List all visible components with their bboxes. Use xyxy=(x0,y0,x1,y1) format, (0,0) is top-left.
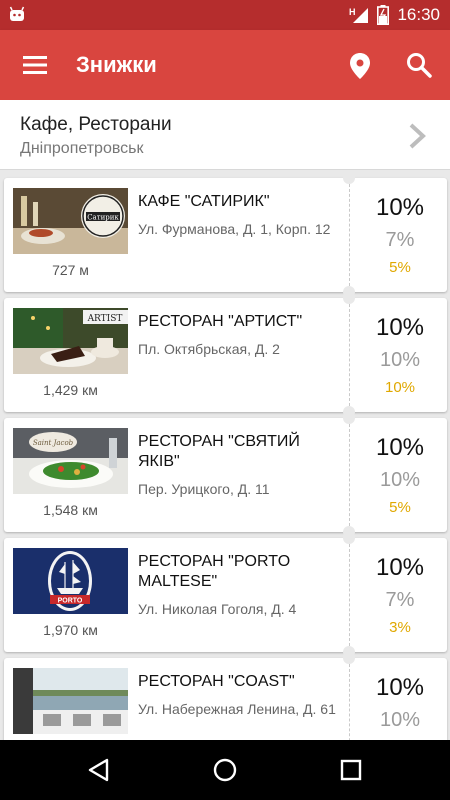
home-icon[interactable] xyxy=(212,757,238,783)
discount-secondary: 10% xyxy=(379,709,421,731)
place-name: РЕСТОРАН "PORTO MALTESE" xyxy=(138,553,291,590)
page-title: Знижки xyxy=(76,52,157,77)
discount-primary: 10% xyxy=(375,434,425,461)
ticket-divider xyxy=(349,424,350,526)
app-bar: Знижки xyxy=(0,30,450,100)
ticket-notch xyxy=(343,652,355,664)
ticket-divider xyxy=(349,304,350,406)
ticket-notch xyxy=(343,292,355,304)
recent-apps-icon[interactable] xyxy=(338,757,364,783)
place-card-porto-maltese[interactable]: PORTO 1,970 км РЕСТОРАН "PORTO MALTESE" … xyxy=(4,532,447,658)
svg-text:Saint Jacob: Saint Jacob xyxy=(33,439,74,447)
place-photo: Saint Jacob xyxy=(13,428,128,494)
discount-secondary: 10% xyxy=(379,349,421,371)
category-selector[interactable]: Кафе, Ресторани Дніпропетровськ xyxy=(0,100,450,170)
discount-secondary: 7% xyxy=(385,589,415,611)
ticket-divider xyxy=(349,664,350,740)
svg-text:PORTO: PORTO xyxy=(58,598,83,605)
discount-primary: 10% xyxy=(375,554,425,581)
place-name: РЕСТОРАН "СВЯТИЙ ЯКІВ" xyxy=(138,433,300,470)
place-card-satyrik[interactable]: Сатирик 727 м КАФЕ "САТИРИК" Ул. Фурмано… xyxy=(4,172,447,298)
place-card-artist[interactable]: ARTIST 1,429 км РЕСТОРАН "АРТИСТ" Пл. Ок… xyxy=(4,292,447,418)
clock: 16:30 xyxy=(397,5,440,24)
place-card-coast[interactable]: РЕСТОРАН "COAST" Ул. Набережная Ленина, … xyxy=(4,652,447,740)
discount-primary: 10% xyxy=(375,674,425,701)
back-icon[interactable] xyxy=(86,757,112,783)
distance-label: 1,548 км xyxy=(43,502,98,518)
city-label: Дніпропетровськ xyxy=(20,140,144,157)
place-name: РЕСТОРАН "COAST" xyxy=(138,673,295,690)
ticket-notch xyxy=(343,532,355,544)
distance-label: 1,429 км xyxy=(43,382,98,398)
discount-tertiary: 5% xyxy=(389,499,411,516)
category-title: Кафе, Ресторани xyxy=(20,114,172,135)
search-icon[interactable] xyxy=(406,52,432,78)
place-address: Ул. Николая Гоголя, Д. 4 xyxy=(138,601,297,617)
place-address: Ул. Фурманова, Д. 1, Корп. 12 xyxy=(138,221,331,237)
status-bar: H 16:30 xyxy=(0,0,450,30)
place-name: РЕСТОРАН "АРТИСТ" xyxy=(138,313,303,330)
discount-primary: 10% xyxy=(375,314,425,341)
place-address: Пл. Октябрьская, Д. 2 xyxy=(138,341,280,357)
place-card-saint-jacob[interactable]: Saint Jacob 1,548 км РЕСТОРАН "СВЯТИЙ ЯК… xyxy=(4,412,447,538)
svg-text:H: H xyxy=(349,7,356,17)
svg-text:ARTIST: ARTIST xyxy=(87,314,123,324)
hamburger-icon[interactable] xyxy=(22,54,48,76)
discount-tertiary: 10% xyxy=(384,379,416,396)
ticket-notch xyxy=(343,412,355,424)
svg-text:Сатирик: Сатирик xyxy=(87,214,119,222)
discount-secondary: 7% xyxy=(385,229,415,251)
distance-label: 1,970 км xyxy=(43,622,98,638)
discount-tertiary: 3% xyxy=(389,619,411,636)
place-name: КАФЕ "САТИРИК" xyxy=(138,193,270,210)
system-navigation-bar xyxy=(0,740,450,800)
place-photo xyxy=(13,668,128,734)
places-list: Сатирик 727 м КАФЕ "САТИРИК" Ул. Фурмано… xyxy=(0,170,450,740)
discount-tertiary: 5% xyxy=(389,259,411,276)
chevron-right-icon xyxy=(409,123,426,149)
place-photo: ARTIST xyxy=(13,308,128,374)
android-notification-icon xyxy=(9,6,25,21)
ticket-divider xyxy=(349,544,350,646)
place-photo: Сатирик xyxy=(13,188,128,254)
battery-icon xyxy=(377,5,390,25)
place-address: Пер. Урицкого, Д. 11 xyxy=(138,481,270,497)
distance-label: 727 м xyxy=(52,262,89,278)
ticket-notch xyxy=(343,172,355,184)
place-address: Ул. Набережная Ленина, Д. 61 xyxy=(138,701,336,717)
ticket-divider xyxy=(349,184,350,286)
discount-primary: 10% xyxy=(375,194,425,221)
discount-secondary: 10% xyxy=(379,469,421,491)
map-pin-icon[interactable] xyxy=(348,52,372,80)
place-photo: PORTO xyxy=(13,548,128,614)
signal-icon: H xyxy=(349,7,369,23)
